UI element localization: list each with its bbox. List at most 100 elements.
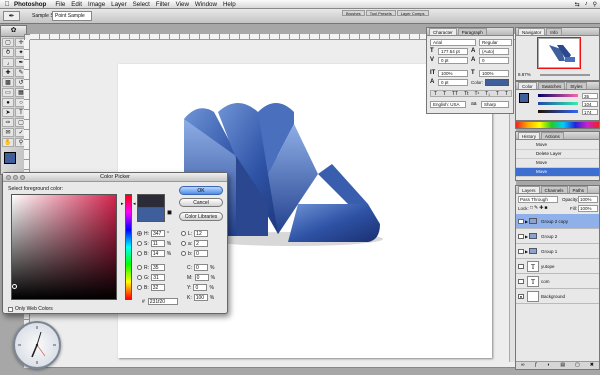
tab-paths[interactable]: Paths: [568, 186, 589, 193]
layer-row[interactable]: ▶ Group 1: [516, 244, 599, 259]
blue-slider[interactable]: [538, 110, 578, 113]
green-field[interactable]: 31: [151, 274, 166, 281]
well-layer-comps[interactable]: Layer Comps: [396, 10, 429, 16]
font-style-select[interactable]: Regular: [479, 39, 512, 46]
expand-triangle-icon[interactable]: ▶: [525, 219, 528, 224]
menu-help[interactable]: Help: [223, 1, 242, 8]
font-family-select[interactable]: Arial: [430, 39, 476, 46]
color-ramp[interactable]: [515, 121, 600, 129]
history-item[interactable]: Move: [516, 141, 599, 150]
tab-paragraph[interactable]: Paragraph: [457, 28, 487, 35]
tab-styles[interactable]: Styles: [566, 82, 587, 89]
new-group-icon[interactable]: ▤: [560, 362, 565, 369]
expand-triangle-icon[interactable]: ▶: [525, 249, 528, 254]
superscript-icon[interactable]: T¹: [474, 91, 479, 97]
foreground-color-swatch[interactable]: [4, 152, 16, 164]
lab-l-field[interactable]: 12: [194, 230, 209, 237]
underline-icon[interactable]: T: [496, 91, 499, 97]
layer-row[interactable]: T com: [516, 274, 599, 289]
navigator-zoom-slider[interactable]: [540, 74, 590, 76]
sample-size-select[interactable]: Point Sample: [52, 11, 92, 21]
history-item[interactable]: Delete Layer: [516, 150, 599, 159]
navigator-view-box[interactable]: [537, 37, 581, 69]
tab-color[interactable]: Color: [518, 82, 537, 89]
apple-icon[interactable]: : [0, 1, 14, 8]
green-value[interactable]: 104: [582, 101, 598, 107]
kerning-field[interactable]: 0 pt: [438, 57, 468, 64]
hue-slider[interactable]: [125, 194, 132, 300]
hue-radio[interactable]: [137, 231, 142, 236]
hue-arrow-right-icon[interactable]: ◂: [133, 201, 136, 207]
saturation-field[interactable]: 11: [150, 240, 165, 247]
visibility-eye-icon[interactable]: [518, 264, 524, 269]
all-caps-icon[interactable]: TT: [452, 91, 458, 97]
current-color-swatch[interactable]: [137, 208, 165, 222]
tab-info[interactable]: Info: [546, 28, 562, 35]
visibility-eye-icon[interactable]: ●: [518, 294, 524, 299]
green-slider[interactable]: [538, 102, 578, 105]
hue-field[interactable]: 347: [151, 230, 165, 237]
trash-icon[interactable]: ✖: [590, 362, 594, 369]
magenta-field[interactable]: 0: [194, 274, 209, 281]
feather-icon[interactable]: ✿: [1, 26, 26, 37]
cancel-button[interactable]: Cancel: [179, 198, 223, 207]
saturation-brightness-field[interactable]: [11, 194, 117, 300]
color-libraries-button[interactable]: Color Libraries: [179, 212, 223, 221]
fill-field[interactable]: 100%: [578, 205, 598, 212]
visibility-eye-icon[interactable]: [518, 249, 524, 254]
tab-character[interactable]: Character: [429, 28, 457, 35]
link-icon[interactable]: ∞: [521, 362, 525, 369]
yellow-field[interactable]: 0: [193, 284, 208, 291]
brightness-radio[interactable]: [137, 251, 142, 256]
red-radio[interactable]: [137, 265, 142, 270]
vertical-scale-field[interactable]: 100%: [438, 70, 468, 77]
history-item[interactable]: Move: [516, 159, 599, 168]
clock-widget[interactable]: [13, 321, 61, 369]
tab-history[interactable]: History: [518, 132, 541, 139]
visibility-eye-icon[interactable]: [518, 219, 524, 224]
red-field[interactable]: 35: [151, 264, 165, 271]
stamp-tool-icon[interactable]: ▩: [2, 78, 14, 87]
visibility-eye-icon[interactable]: [518, 279, 524, 284]
layer-style-icon[interactable]: ƒ: [535, 362, 538, 369]
menu-layer[interactable]: Layer: [111, 1, 132, 8]
eraser-tool-icon[interactable]: ▭: [2, 88, 14, 97]
tracking-field[interactable]: 0: [479, 57, 509, 64]
mask-icon[interactable]: ◐: [547, 362, 550, 369]
close-icon[interactable]: [6, 175, 11, 180]
layer-row[interactable]: ▶ Group 2 copy: [516, 214, 599, 229]
tab-navigator[interactable]: Navigator: [518, 28, 546, 35]
horizontal-scale-field[interactable]: 100%: [479, 70, 509, 77]
saturation-radio[interactable]: [137, 241, 142, 246]
lock-icons[interactable]: □✎✚■: [530, 205, 548, 211]
eyedropper-tool-preset-icon[interactable]: ✒: [3, 11, 20, 21]
well-tool-presets[interactable]: Tool Presets: [365, 10, 396, 16]
hand-tool-icon[interactable]: ✋: [2, 138, 14, 147]
menu-edit[interactable]: Edit: [71, 1, 88, 8]
tab-swatches[interactable]: Swatches: [537, 82, 566, 89]
layer-row[interactable]: ● Background: [516, 289, 599, 304]
history-item-selected[interactable]: Move: [516, 168, 599, 177]
color-field-marker[interactable]: [12, 284, 17, 289]
crop-tool-icon[interactable]: ⌟: [2, 58, 14, 67]
strikethrough-icon[interactable]: T: [505, 91, 508, 97]
lab-b-radio[interactable]: [181, 251, 186, 256]
menu-window[interactable]: Window: [195, 1, 223, 8]
menu-app-name[interactable]: Photoshop: [14, 1, 55, 8]
font-size-field[interactable]: 177.54 pt: [438, 48, 468, 55]
lab-l-radio[interactable]: [181, 231, 186, 236]
lab-a-radio[interactable]: [181, 241, 186, 246]
antialias-select[interactable]: Sharp: [481, 101, 509, 108]
hue-arrow-left-icon[interactable]: ▸: [121, 201, 124, 207]
healing-tool-icon[interactable]: ✚: [2, 68, 14, 77]
menu-filter[interactable]: Filter: [156, 1, 176, 8]
menu-select[interactable]: Select: [133, 1, 156, 8]
color-panel-fg-swatch[interactable]: [519, 93, 529, 103]
cyan-field[interactable]: 0: [194, 264, 208, 271]
path-select-tool-icon[interactable]: ➤: [2, 108, 14, 117]
navigator-zoom-field[interactable]: 8.87%: [518, 72, 531, 77]
gamut-warning-icon[interactable]: ◼: [167, 209, 172, 216]
blend-mode-select[interactable]: Pass Through: [518, 196, 558, 203]
red-slider[interactable]: [538, 94, 578, 97]
lab-b-field[interactable]: 0: [194, 250, 209, 257]
